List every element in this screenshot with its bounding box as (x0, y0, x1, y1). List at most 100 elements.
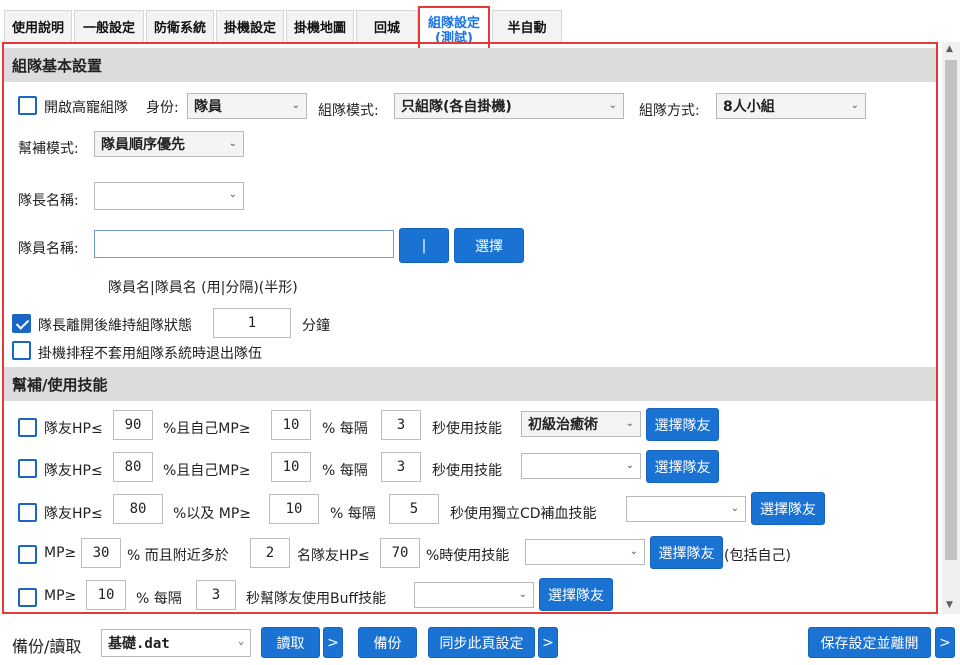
section-header-skills: 幫補/使用技能 (4, 367, 936, 401)
skill-row1-text3: % 每隔 (322, 421, 368, 437)
skill-row4-select[interactable]: ⌄ (525, 539, 645, 565)
skill-row4-checkbox[interactable] (18, 545, 37, 564)
member-hint: 隊員名|隊員名 (用|分隔)(半形) (108, 280, 298, 296)
skill-row2-text3: % 每隔 (322, 463, 368, 479)
keep-minutes-input[interactable]: 1 (213, 308, 291, 338)
skill-row4-select-ally-button[interactable]: 選擇隊友 (650, 536, 723, 569)
team-type-select[interactable]: 8人小組 ⌄ (716, 93, 866, 119)
member-name-label: 隊員名稱: (18, 241, 79, 257)
save-more-button[interactable]: > (935, 627, 955, 658)
skill-row5-text2: % 每隔 (136, 591, 182, 607)
backup-button[interactable]: 備份 (358, 627, 417, 658)
skill-row4-text1: MP≥ (44, 545, 77, 561)
sync-more-button[interactable]: > (538, 627, 558, 658)
team-mode-select[interactable]: 只組隊(各自掛機) ⌄ (394, 93, 624, 119)
skill-row1-mp-input[interactable]: 10 (271, 410, 311, 440)
tab-general[interactable]: 一般設定 (74, 10, 144, 42)
skill-row1-text1: 隊友HP≤ (44, 421, 103, 437)
skill-row1-select[interactable]: 初級治癒術 ⌄ (521, 411, 641, 437)
tab-semi-auto[interactable]: 半自動 (492, 10, 562, 42)
tab-afk-map[interactable]: 掛機地圖 (286, 10, 354, 42)
skill-row5-checkbox[interactable] (18, 588, 37, 607)
skill-row3-select[interactable]: ⌄ (626, 496, 746, 522)
skill-row2-text1: 隊友HP≤ (44, 463, 103, 479)
chevron-down-icon: ⌄ (625, 418, 634, 429)
skill-row5-select[interactable]: ⌄ (414, 582, 534, 608)
exit-team-label: 掛機排程不套用組隊系統時退出隊伍 (38, 346, 262, 362)
skill-row2-text4: 秒使用技能 (432, 463, 502, 479)
select-member-button[interactable]: 選擇 (454, 228, 524, 263)
skill-row1-checkbox[interactable] (18, 418, 37, 437)
section-header-basic: 組隊基本設置 (4, 48, 936, 82)
skill-row3-text2: %以及 MP≥ (173, 506, 252, 522)
skill-row2-text2: %且自己MP≥ (163, 463, 251, 479)
skill-row2-mp-input[interactable]: 10 (271, 452, 311, 482)
team-mode-value: 只組隊(各自掛機) (401, 99, 512, 115)
tab-usage[interactable]: 使用說明 (4, 10, 72, 42)
chevron-down-icon: ⌄ (518, 589, 527, 600)
skill-row4-mp-input[interactable]: 30 (81, 538, 121, 568)
save-and-exit-button[interactable]: 保存設定並離開 (808, 627, 931, 658)
skill-row4-text4: %時使用技能 (426, 548, 510, 564)
keep-team-label: 隊長離開後維持組隊狀態 (38, 318, 192, 334)
tab-afk-settings[interactable]: 掛機設定 (216, 10, 284, 42)
skill-row1-value: 初級治癒術 (528, 417, 598, 433)
tab-defense[interactable]: 防衛系統 (146, 10, 214, 42)
skill-row1-text2: %且自己MP≥ (163, 421, 251, 437)
tab-team-settings-label: 組隊設定 (427, 16, 480, 31)
enable-team-checkbox[interactable] (18, 96, 37, 115)
team-type-label: 組隊方式: (639, 103, 700, 119)
skill-row3-mp-input[interactable]: 10 (269, 494, 319, 524)
skill-row5-select-ally-button[interactable]: 選擇隊友 (539, 578, 613, 611)
identity-value: 隊員 (194, 99, 222, 115)
leader-name-select[interactable]: ⌄ (94, 182, 244, 210)
team-mode-label: 組隊模式: (318, 103, 379, 119)
skill-row2-select-ally-button[interactable]: 選擇隊友 (646, 450, 719, 483)
chevron-down-icon: ⌄ (629, 546, 638, 557)
skill-row5-mp-input[interactable]: 10 (86, 580, 126, 610)
vertical-scrollbar[interactable]: ▲ ▼ (942, 42, 960, 614)
identity-select[interactable]: 隊員 ⌄ (187, 93, 307, 119)
member-name-input[interactable] (94, 230, 394, 258)
scroll-down-icon[interactable]: ▼ (946, 600, 953, 610)
help-mode-value: 隊員順序優先 (101, 137, 185, 153)
skill-row2-checkbox[interactable] (18, 459, 37, 478)
skill-row4-hp-input[interactable]: 70 (380, 538, 420, 568)
chevron-down-icon: ⌄ (237, 636, 244, 647)
exit-team-checkbox[interactable] (12, 341, 31, 360)
backup-file-value: 基礎.dat (108, 636, 170, 652)
skill-row2-hp-input[interactable]: 80 (113, 452, 153, 482)
skill-row2-interval-input[interactable]: 3 (381, 452, 421, 482)
read-button[interactable]: 讀取 (261, 627, 320, 658)
skill-row5-interval-input[interactable]: 3 (196, 580, 236, 610)
scroll-up-icon[interactable]: ▲ (946, 44, 953, 54)
skill-row3-text4: 秒使用獨立CD補血技能 (450, 506, 597, 522)
pipe-button[interactable]: | (399, 228, 449, 263)
keep-minutes-unit: 分鐘 (302, 318, 330, 334)
skill-row3-select-ally-button[interactable]: 選擇隊友 (751, 492, 825, 525)
leader-name-label: 隊長名稱: (18, 193, 79, 209)
skill-row1-interval-input[interactable]: 3 (381, 410, 421, 440)
skill-row4-count-input[interactable]: 2 (250, 538, 290, 568)
skill-row4-text2: % 而且附近多於 (127, 548, 229, 564)
chevron-down-icon: ⌄ (608, 100, 617, 111)
tab-team-settings-sub: (測試) (435, 31, 473, 46)
skill-row1-select-ally-button[interactable]: 選擇隊友 (646, 408, 719, 441)
help-mode-select[interactable]: 隊員順序優先 ⌄ (94, 131, 244, 157)
tab-return-town[interactable]: 回城 (356, 10, 418, 42)
chevron-down-icon: ⌄ (291, 100, 300, 111)
chevron-down-icon: ⌄ (850, 100, 859, 111)
skill-row3-checkbox[interactable] (18, 503, 37, 522)
backup-file-select[interactable]: 基礎.dat ⌄ (101, 629, 251, 657)
read-more-button[interactable]: > (323, 627, 343, 658)
skill-row5-text1: MP≥ (44, 588, 77, 604)
sync-page-button[interactable]: 同步此頁設定 (428, 627, 535, 658)
skill-row3-interval-input[interactable]: 5 (389, 494, 439, 524)
skill-row1-hp-input[interactable]: 90 (113, 410, 153, 440)
chevron-down-icon: ⌄ (228, 189, 237, 200)
skill-row3-hp-input[interactable]: 80 (113, 494, 163, 524)
skill-row2-select[interactable]: ⌄ (521, 453, 641, 479)
keep-team-checkbox[interactable] (12, 314, 31, 333)
scroll-thumb[interactable] (945, 60, 957, 560)
team-type-value: 8人小組 (723, 99, 775, 115)
